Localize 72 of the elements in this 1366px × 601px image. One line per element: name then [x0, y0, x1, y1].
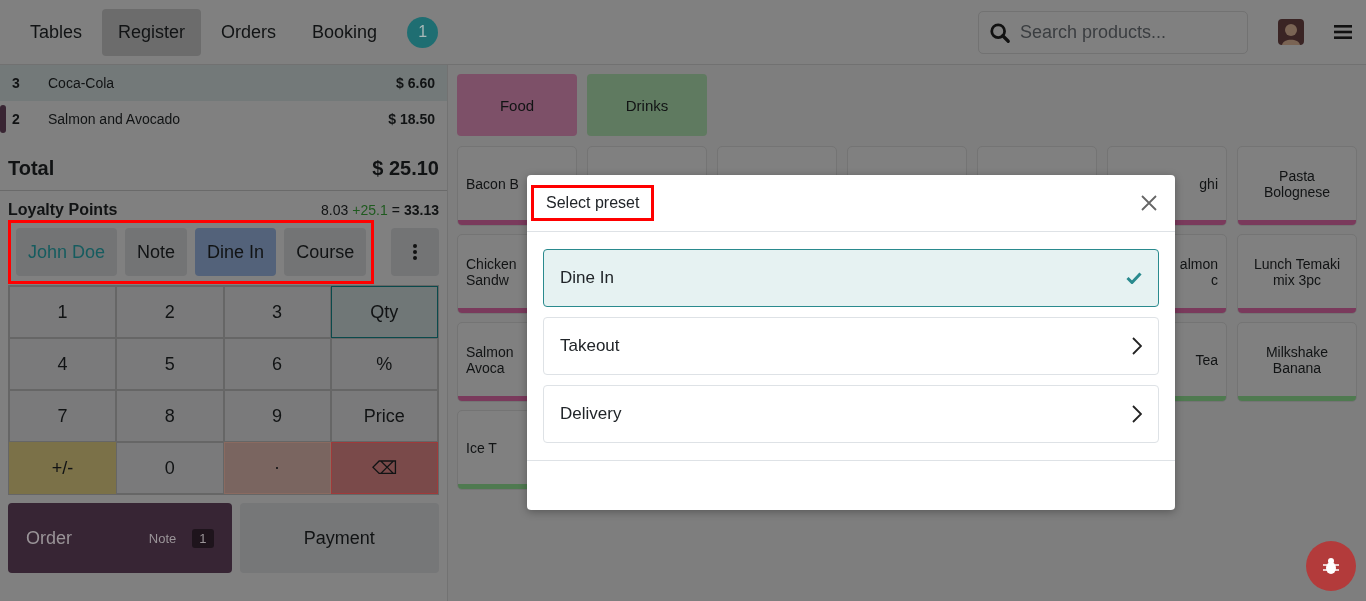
- action-button[interactable]: Course: [284, 228, 367, 276]
- more-icon: [413, 244, 417, 260]
- payment-button[interactable]: Payment: [239, 503, 439, 573]
- product-name: Lunch Temaki mix 3pc: [1252, 255, 1342, 288]
- numpad-key[interactable]: 2: [116, 286, 224, 338]
- preset-option[interactable]: Dine In: [543, 249, 1159, 307]
- note-label: Note: [148, 530, 177, 546]
- numpad-key[interactable]: 8: [116, 390, 224, 442]
- preset-option[interactable]: Takeout: [543, 317, 1159, 375]
- numpad-key[interactable]: .: [223, 442, 331, 494]
- product-name: Milkshake Banana: [1264, 343, 1330, 376]
- order-line[interactable]: 2 Salmon and Avocado $ 18.50: [0, 101, 447, 137]
- check-icon: [1126, 272, 1142, 284]
- numpad-key[interactable]: 6: [223, 338, 331, 390]
- line-price: $ 6.60: [396, 75, 435, 91]
- nav-tab[interactable]: Register: [102, 8, 202, 56]
- total-label: Total: [8, 157, 55, 180]
- product-name: Chicken Sandw: [466, 255, 518, 288]
- dialog-title: Select preset: [531, 185, 655, 221]
- loyalty-gain: +25.1: [352, 202, 388, 218]
- chevron-right-icon: [1132, 405, 1142, 423]
- product-card[interactable]: Pasta Bolognese: [1237, 146, 1357, 226]
- loyalty-equals: =: [391, 202, 400, 218]
- numpad-key[interactable]: %: [330, 338, 438, 390]
- numpad-key[interactable]: ⌫: [330, 442, 438, 494]
- product-name: Pasta Bolognese: [1262, 167, 1332, 200]
- line-price: $ 18.50: [388, 111, 435, 127]
- numpad-key[interactable]: +/-: [9, 442, 117, 494]
- loyalty-result: 33.13: [403, 202, 439, 218]
- action-button[interactable]: Note: [125, 228, 188, 276]
- action-button[interactable]: Dine In: [195, 228, 277, 276]
- product-name: almon c: [1178, 255, 1218, 288]
- line-product: Salmon and Avocado: [48, 111, 182, 127]
- nav-tab[interactable]: Tables: [14, 8, 99, 56]
- order-label: Order: [26, 527, 73, 549]
- numpad-key[interactable]: Qty: [330, 286, 438, 338]
- product-name: ghi: [1199, 175, 1218, 192]
- numpad-key[interactable]: 7: [9, 390, 117, 442]
- avatar-icon[interactable]: [1278, 19, 1304, 45]
- count-badge: 1: [407, 16, 439, 48]
- category-button[interactable]: Drinks: [587, 74, 707, 136]
- close-icon: [1141, 195, 1157, 211]
- total-value: $ 25.10: [372, 157, 439, 180]
- numpad-key[interactable]: 4: [9, 338, 117, 390]
- menu-icon[interactable]: [1334, 24, 1352, 40]
- note-count: 1: [192, 528, 214, 548]
- nav-tab[interactable]: Orders: [205, 8, 293, 56]
- search-icon: [989, 21, 1011, 44]
- product-name: Ice T: [466, 439, 497, 456]
- bug-icon: [1321, 556, 1341, 576]
- product-card[interactable]: Lunch Temaki mix 3pc: [1237, 234, 1357, 314]
- line-quantity: 3: [12, 75, 21, 91]
- numpad-key[interactable]: 3: [223, 286, 331, 338]
- line-quantity: 2: [12, 111, 21, 127]
- numpad-key[interactable]: 0: [116, 442, 224, 494]
- product-card[interactable]: Milkshake Banana: [1237, 322, 1357, 402]
- numpad-key[interactable]: 5: [116, 338, 224, 390]
- product-name: Tea: [1195, 351, 1218, 368]
- numpad-key[interactable]: Price: [330, 390, 438, 442]
- preset-option[interactable]: Delivery: [543, 385, 1159, 443]
- line-product: Coca-Cola: [48, 75, 116, 91]
- category-button[interactable]: Food: [457, 74, 577, 136]
- product-name: Bacon B: [466, 175, 519, 192]
- order-button[interactable]: Order Note 1: [8, 503, 232, 573]
- product-name: Salmon Avoca: [466, 343, 515, 376]
- search-field[interactable]: Search products...: [978, 10, 1248, 54]
- loyalty-current: 8.03: [321, 202, 349, 218]
- numpad-key[interactable]: 1: [9, 286, 117, 338]
- numpad-key[interactable]: 9: [223, 390, 331, 442]
- loyalty-label: Loyalty Points: [8, 201, 119, 219]
- nav-tab[interactable]: Booking: [296, 8, 394, 56]
- chevron-right-icon: [1132, 337, 1142, 355]
